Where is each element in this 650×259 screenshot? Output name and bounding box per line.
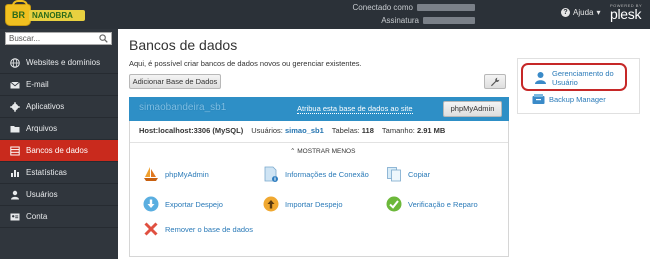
plesk-logo: POWERED BY plesk bbox=[610, 3, 642, 21]
show-less-toggle[interactable]: ⌃ MOSTRAR MENOS bbox=[290, 147, 355, 155]
action-label: Remover o base de dados bbox=[165, 224, 253, 234]
envelope-icon bbox=[10, 81, 20, 88]
database-name[interactable]: simaobandeira_sb1 bbox=[139, 102, 226, 113]
settings-button[interactable] bbox=[484, 74, 506, 89]
user-icon bbox=[11, 190, 19, 199]
database-icon bbox=[10, 146, 20, 155]
action-label: Importar Despejo bbox=[285, 199, 343, 209]
database-details: Host:localhost:3306 (MySQL) Usuários: sim… bbox=[129, 121, 509, 257]
sidebar-item-label: Websites e domínios bbox=[26, 58, 101, 67]
user-management-link[interactable]: Gerenciamento do Usuário bbox=[521, 63, 627, 91]
sidebar-item-label: E-mail bbox=[26, 80, 49, 89]
download-icon bbox=[143, 196, 159, 212]
sidebar-item-email[interactable]: E-mail bbox=[0, 74, 118, 96]
sidebar-nav: Websites e domínios E-mail Aplicativos A… bbox=[0, 52, 118, 228]
sidebar: Websites e domínios E-mail Aplicativos A… bbox=[0, 29, 118, 259]
size-label: Tamanho: bbox=[381, 126, 415, 135]
copy-icon bbox=[387, 167, 401, 182]
add-database-button[interactable]: Adicionar Base de Dados bbox=[129, 74, 221, 89]
action-phpmyadmin[interactable]: phpMyAdmin bbox=[143, 166, 209, 182]
action-connection-info[interactable]: Informações de Conexão bbox=[263, 166, 369, 182]
backup-manager-label: Backup Manager bbox=[549, 94, 606, 104]
connected-label: Conectado como bbox=[352, 3, 413, 12]
subscription-label: Assinatura bbox=[381, 16, 419, 25]
users-label: Usuários: bbox=[251, 126, 283, 135]
action-label: Exportar Despejo bbox=[165, 199, 223, 209]
sidebar-item-statistics[interactable]: Estatísticas bbox=[0, 162, 118, 184]
host-value: localhost:3306 (MySQL) bbox=[158, 126, 244, 135]
sidebar-item-files[interactable]: Arquivos bbox=[0, 118, 118, 140]
caret-down-icon: ▾ bbox=[596, 8, 601, 17]
remove-icon bbox=[144, 222, 158, 236]
database-header: simaobandeira_sb1 Atribua esta base de d… bbox=[129, 97, 509, 121]
backup-icon bbox=[532, 94, 545, 104]
user-management-line2: Usuário bbox=[552, 78, 578, 87]
plesk-wordmark: plesk bbox=[610, 6, 642, 22]
tools-panel: Gerenciamento do Usuário Backup Manager bbox=[517, 58, 640, 114]
database-info-line: Host:localhost:3306 (MySQL) Usuários: sim… bbox=[139, 126, 445, 135]
page-description: Aqui, é possível criar bancos de dados n… bbox=[129, 59, 362, 68]
logo-text: BR bbox=[12, 10, 25, 20]
show-less-label: MOSTRAR MENOS bbox=[297, 148, 356, 155]
folder-icon bbox=[10, 125, 20, 132]
subscription-value-redacted bbox=[423, 17, 475, 25]
user-management-label: Gerenciamento do Usuário bbox=[552, 69, 614, 87]
sidebar-item-users[interactable]: Usuários bbox=[0, 184, 118, 206]
search-box bbox=[5, 32, 112, 45]
action-label: Copiar bbox=[408, 169, 431, 179]
action-export-dump[interactable]: Exportar Despejo bbox=[143, 196, 223, 212]
gear-icon bbox=[10, 101, 20, 112]
id-card-icon bbox=[10, 213, 20, 220]
help-menu[interactable]: ? Ajuda ▾ bbox=[561, 8, 600, 17]
account-info: Conectado como Assinatura bbox=[353, 3, 475, 26]
logo-banner-text: NANOBRA bbox=[32, 11, 73, 20]
user-management-line1: Gerenciamento do bbox=[552, 69, 614, 78]
connected-user-redacted bbox=[417, 4, 475, 12]
sidebar-item-label: Bancos de dados bbox=[26, 146, 88, 155]
divider bbox=[130, 142, 508, 143]
action-label: Verificação e Reparo bbox=[408, 199, 478, 209]
page-title: Bancos de dados bbox=[129, 37, 238, 53]
action-import-dump[interactable]: Importar Despejo bbox=[263, 196, 343, 212]
tables-label: Tabelas: bbox=[331, 126, 360, 135]
host-label: Host: bbox=[139, 126, 159, 135]
bar-chart-icon bbox=[11, 169, 19, 177]
help-label: Ajuda bbox=[573, 8, 594, 17]
action-check-repair[interactable]: Verificação e Reparo bbox=[386, 196, 478, 212]
sidebar-item-account[interactable]: Conta bbox=[0, 206, 118, 228]
action-label: phpMyAdmin bbox=[165, 169, 209, 179]
phpmyadmin-button[interactable]: phpMyAdmin bbox=[443, 101, 502, 117]
action-copy[interactable]: Copiar bbox=[386, 166, 430, 182]
sidebar-item-label: Usuários bbox=[26, 190, 58, 199]
checkmark-icon bbox=[386, 196, 402, 212]
sidebar-item-label: Arquivos bbox=[26, 124, 58, 133]
logo-banner: NANOBRA bbox=[29, 10, 85, 21]
sailboat-icon bbox=[144, 167, 158, 181]
search-icon[interactable] bbox=[99, 34, 108, 43]
size-value: 2.91 MB bbox=[416, 126, 446, 135]
sidebar-item-label: Conta bbox=[26, 212, 48, 221]
tables-value: 118 bbox=[361, 126, 374, 135]
top-bar: BR NANOBRA Conectado como Assinatura ? A… bbox=[0, 0, 650, 29]
action-remove-database[interactable]: Remover o base de dados bbox=[143, 221, 253, 237]
sidebar-item-label: Aplicativos bbox=[26, 102, 65, 111]
wrench-icon bbox=[491, 77, 500, 87]
sidebar-item-websites[interactable]: Websites e domínios bbox=[0, 52, 118, 74]
help-icon: ? bbox=[561, 8, 570, 17]
shopping-bag-icon: BR bbox=[5, 0, 31, 26]
sidebar-item-databases[interactable]: Bancos de dados bbox=[0, 140, 118, 162]
info-document-icon bbox=[264, 166, 278, 182]
sidebar-item-label: Estatísticas bbox=[26, 168, 67, 177]
sidebar-item-applications[interactable]: Aplicativos bbox=[0, 96, 118, 118]
action-label: Informações de Conexão bbox=[285, 169, 369, 179]
user-icon bbox=[535, 72, 546, 84]
backup-manager-link[interactable]: Backup Manager bbox=[532, 93, 606, 105]
search-input[interactable] bbox=[6, 33, 96, 44]
upload-icon bbox=[263, 196, 279, 212]
assign-site-link[interactable]: Atribua esta base de dados ao site bbox=[297, 105, 413, 114]
brand-logo[interactable]: BR NANOBRA bbox=[5, 0, 85, 26]
db-user-link[interactable]: simao_sb1 bbox=[285, 126, 324, 135]
globe-icon bbox=[10, 57, 20, 68]
